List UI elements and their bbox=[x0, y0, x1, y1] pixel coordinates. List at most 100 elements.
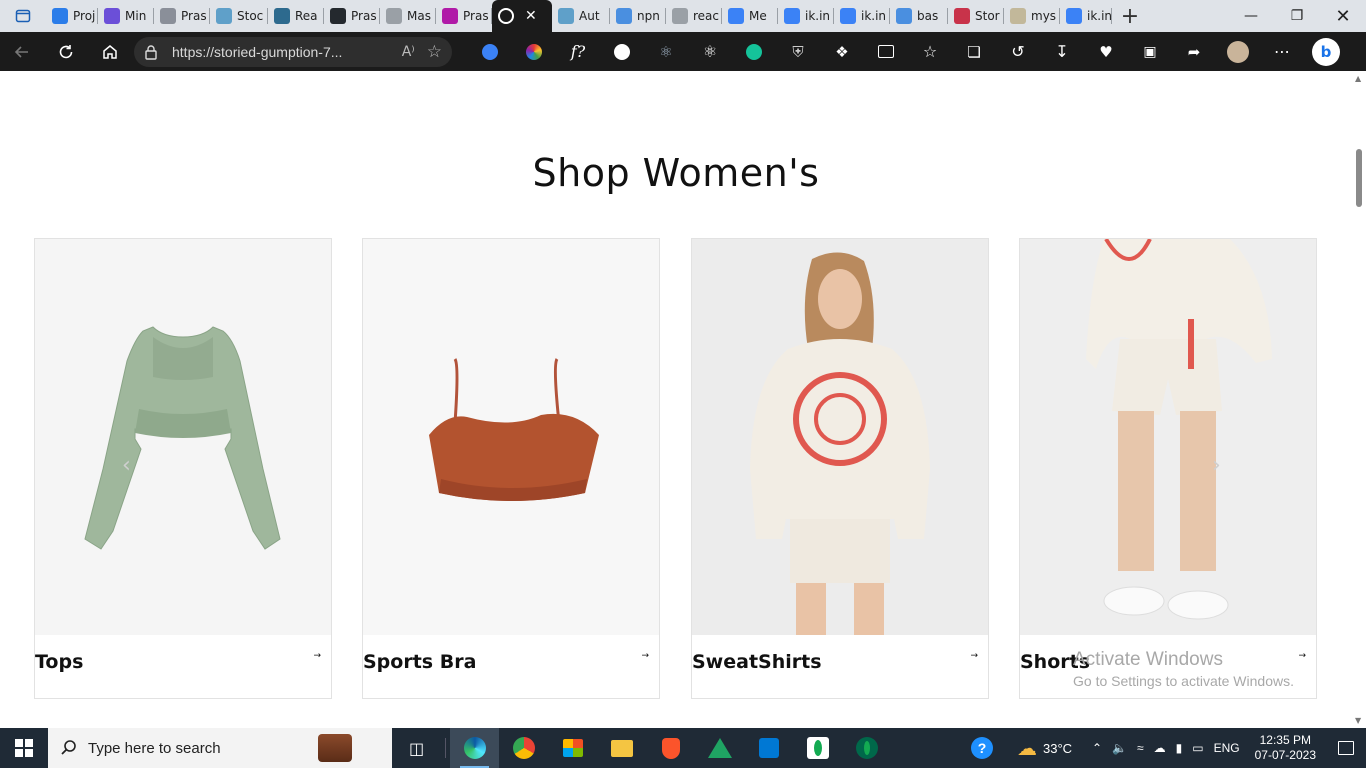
network-button[interactable]: ≈ bbox=[1132, 741, 1149, 755]
category-card-sports-bra[interactable]: Sports Bra → bbox=[362, 238, 660, 699]
store-taskbar-app[interactable] bbox=[548, 728, 597, 768]
vscode-taskbar-app[interactable] bbox=[744, 728, 793, 768]
extension-5[interactable]: ⚛ bbox=[644, 32, 688, 71]
file-explorer-taskbar-app[interactable] bbox=[597, 728, 646, 768]
browser-tab[interactable]: Mas bbox=[380, 0, 436, 32]
performance-button[interactable]: ♥ bbox=[1084, 32, 1128, 71]
chrome-icon bbox=[512, 737, 535, 759]
downloads-button[interactable]: ↧ bbox=[1040, 32, 1084, 71]
store-icon bbox=[562, 739, 583, 757]
history-button[interactable]: ↺ bbox=[996, 32, 1040, 71]
search-placeholder[interactable]: Type here to search bbox=[88, 740, 221, 757]
browser-tab[interactable]: bas bbox=[890, 0, 948, 32]
battery-button[interactable]: ▮ bbox=[1171, 741, 1188, 755]
language-indicator[interactable]: ENG bbox=[1209, 741, 1245, 755]
arrow-right-icon[interactable]: → bbox=[970, 651, 978, 661]
browser-tab[interactable]: Proj bbox=[46, 0, 98, 32]
browser-tab[interactable]: Me bbox=[722, 0, 778, 32]
chevron-right-icon[interactable]: › bbox=[1212, 453, 1221, 478]
split-screen-button[interactable] bbox=[864, 32, 908, 71]
share-button[interactable]: ➦ bbox=[1172, 32, 1216, 71]
arrow-right-icon[interactable]: → bbox=[641, 651, 649, 661]
chevron-up-icon: ⌃ bbox=[1092, 741, 1103, 755]
category-label[interactable]: Sports Bra bbox=[363, 651, 476, 673]
taskbar-search[interactable]: Type here to search bbox=[48, 728, 392, 768]
web-capture-button[interactable]: ▣ bbox=[1128, 32, 1172, 71]
read-aloud-icon[interactable]: A⁾ bbox=[402, 44, 415, 60]
weather-widget[interactable]: ☁ 33°C bbox=[1012, 736, 1077, 761]
display-button[interactable]: ▭ bbox=[1187, 741, 1208, 755]
tab-actions-button[interactable] bbox=[0, 0, 46, 32]
scroll-up-icon[interactable]: ▲ bbox=[1355, 74, 1361, 83]
extensions-button[interactable]: ❖ bbox=[820, 32, 864, 71]
volume-button[interactable]: 🔈 bbox=[1107, 741, 1132, 755]
browser-tab[interactable]: Aut bbox=[552, 0, 610, 32]
speaker-icon: 🔈 bbox=[1112, 741, 1128, 755]
home-button[interactable] bbox=[88, 32, 132, 71]
browser-tab[interactable]: Stoc bbox=[210, 0, 268, 32]
browser-tab[interactable]: Pras bbox=[436, 0, 492, 32]
browser-tab[interactable]: Rea bbox=[268, 0, 324, 32]
notifications-button[interactable] bbox=[1326, 741, 1366, 755]
close-tab-icon[interactable]: ✕ bbox=[525, 8, 537, 24]
task-view-button[interactable]: ◫ bbox=[392, 728, 441, 768]
browser-tab[interactable]: npn bbox=[610, 0, 666, 32]
profile-button[interactable] bbox=[1216, 32, 1260, 71]
category-label[interactable]: Tops bbox=[35, 651, 83, 673]
edge-taskbar-app[interactable] bbox=[450, 728, 499, 768]
brave-taskbar-app[interactable] bbox=[646, 728, 695, 768]
settings-more-button[interactable]: ⋯ bbox=[1260, 32, 1304, 71]
close-window-button[interactable]: ✕ bbox=[1320, 0, 1366, 32]
mongodb-taskbar-app[interactable] bbox=[793, 728, 842, 768]
browser-tab[interactable]: Stor bbox=[948, 0, 1004, 32]
bing-copilot-button[interactable]: b bbox=[1304, 32, 1348, 71]
browser-tab[interactable]: reac bbox=[666, 0, 722, 32]
url-text[interactable]: https://storied-gumption-7... bbox=[172, 44, 402, 60]
extension-4[interactable] bbox=[600, 32, 644, 71]
restore-button[interactable]: ❐ bbox=[1274, 0, 1320, 32]
download-icon: ↧ bbox=[1055, 42, 1069, 61]
chevron-left-icon[interactable]: ‹ bbox=[122, 453, 131, 478]
extension-8[interactable]: ⛨ bbox=[776, 32, 820, 71]
clock[interactable]: 12:35 PM 07-07-2023 bbox=[1245, 733, 1326, 763]
scroll-down-icon[interactable]: ▼ bbox=[1355, 716, 1361, 725]
arrow-right-icon[interactable]: → bbox=[1298, 651, 1306, 661]
tab-actions-icon bbox=[15, 9, 31, 23]
category-card-tops[interactable]: Tops → bbox=[34, 238, 332, 699]
browser-tab[interactable]: ik.in bbox=[778, 0, 834, 32]
browser-tab[interactable]: ✕ bbox=[492, 0, 552, 32]
chrome-taskbar-app[interactable] bbox=[499, 728, 548, 768]
browser-tab[interactable]: ik.in bbox=[834, 0, 890, 32]
extension-2[interactable] bbox=[512, 32, 556, 71]
browser-tab[interactable]: Min bbox=[98, 0, 154, 32]
extension-6[interactable]: ⚛ bbox=[688, 32, 732, 71]
arrow-right-icon[interactable]: → bbox=[313, 651, 321, 661]
address-bar[interactable]: https://storied-gumption-7... A⁾ ☆ bbox=[134, 36, 452, 67]
onedrive-button[interactable]: ☁ bbox=[1149, 741, 1171, 755]
browser-tab[interactable]: ik.in bbox=[1060, 0, 1112, 32]
minimize-button[interactable]: — bbox=[1228, 0, 1274, 32]
page-scrollbar[interactable]: ▲ ▼ bbox=[1352, 71, 1366, 728]
collections-button[interactable]: ❏ bbox=[952, 32, 996, 71]
category-card-sweatshirts[interactable]: SweatShirts → bbox=[691, 238, 989, 699]
help-button[interactable]: ? bbox=[966, 737, 998, 759]
favorites-button[interactable]: ☆ bbox=[908, 32, 952, 71]
browser-tab[interactable]: Pras bbox=[154, 0, 210, 32]
category-card-shorts[interactable]: Shorts → bbox=[1019, 238, 1317, 699]
mongodb-compass-taskbar-app[interactable] bbox=[842, 728, 891, 768]
browser-tab[interactable]: mys bbox=[1004, 0, 1060, 32]
new-tab-button[interactable]: + bbox=[1112, 0, 1148, 32]
start-button[interactable] bbox=[0, 728, 48, 768]
category-label[interactable]: SweatShirts bbox=[692, 651, 822, 673]
browser-tab[interactable]: Pras bbox=[324, 0, 380, 32]
favorite-star-icon[interactable]: ☆ bbox=[427, 42, 442, 62]
extension-3[interactable]: f? bbox=[556, 32, 600, 71]
tab-favicon-icon bbox=[840, 8, 856, 24]
refresh-button[interactable] bbox=[44, 32, 88, 71]
back-button[interactable] bbox=[0, 32, 44, 71]
scroll-thumb[interactable] bbox=[1356, 149, 1362, 207]
google-drive-taskbar-app[interactable] bbox=[695, 728, 744, 768]
extension-7[interactable] bbox=[732, 32, 776, 71]
extension-1[interactable] bbox=[468, 32, 512, 71]
show-hidden-icons-button[interactable]: ⌃ bbox=[1087, 741, 1107, 755]
